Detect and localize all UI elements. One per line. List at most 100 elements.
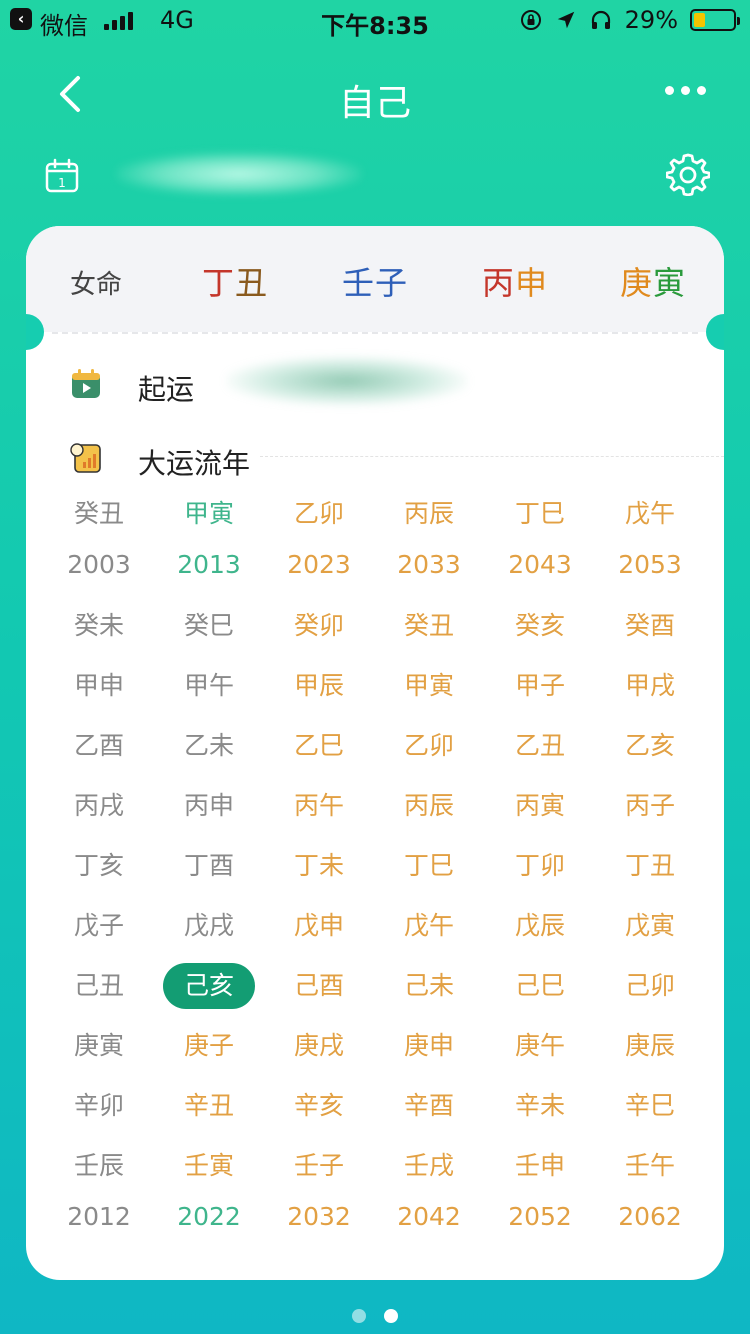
liunian-year-cell[interactable]: 癸卯 xyxy=(264,602,374,650)
liunian-year-cell[interactable]: 丙戌 xyxy=(44,782,154,830)
liunian-year-cell[interactable]: 丙寅 xyxy=(485,782,595,830)
battery-icon xyxy=(690,9,740,31)
more-options-icon[interactable] xyxy=(665,86,706,95)
liunian-year-cell[interactable]: 己酉 xyxy=(264,962,374,1010)
liunian-year-cell[interactable]: 己巳 xyxy=(485,962,595,1010)
liunian-year-cell[interactable]: 辛丑 xyxy=(154,1082,264,1130)
liunian-year-cell[interactable]: 丁亥 xyxy=(44,842,154,890)
pillar-branch: 寅 xyxy=(653,264,687,302)
liunian-year-cell[interactable]: 甲戌 xyxy=(595,662,705,710)
pillar-branch: 申 xyxy=(515,264,549,302)
pillar-stem: 庚 xyxy=(620,264,654,302)
liunian-year-cell[interactable]: 壬子 xyxy=(264,1142,374,1190)
dayun-pillar[interactable]: 乙卯 xyxy=(264,490,374,538)
page-dot[interactable] xyxy=(352,1309,366,1323)
liunian-year-cell[interactable]: 乙卯 xyxy=(374,722,484,770)
liunian-year-cell[interactable]: 癸巳 xyxy=(154,602,264,650)
liunian-year-cell[interactable]: 乙丑 xyxy=(485,722,595,770)
dayun-label: 大运流年 xyxy=(138,447,251,480)
liunian-year-cell[interactable]: 乙巳 xyxy=(264,722,374,770)
liunian-year-cell[interactable]: 戊戌 xyxy=(154,902,264,950)
liunian-year-cell[interactable]: 辛酉 xyxy=(374,1082,484,1130)
liunian-year-cell[interactable]: 丁酉 xyxy=(154,842,264,890)
liunian-year-cell[interactable]: 甲午 xyxy=(154,662,264,710)
gender-label: 女命 xyxy=(70,270,123,300)
liunian-year-cell[interactable]: 乙酉 xyxy=(44,722,154,770)
dayun-pillar[interactable]: 戊午 xyxy=(595,490,705,538)
status-bar: ‹ 微信 4G 下午8:35 29% xyxy=(0,0,750,40)
liunian-year-cell[interactable]: 甲子 xyxy=(485,662,595,710)
pillar-stem: 壬 xyxy=(342,264,376,302)
nav-bar: 自己 xyxy=(0,60,750,132)
liunian-year-cell[interactable]: 庚申 xyxy=(374,1022,484,1070)
liunian-year-cell[interactable]: 己未 xyxy=(374,962,484,1010)
liunian-year-cell[interactable]: 壬戌 xyxy=(374,1142,484,1190)
liunian-year-cell[interactable]: 庚寅 xyxy=(44,1022,154,1070)
liunian-year-cell[interactable]: 戊子 xyxy=(44,902,154,950)
liunian-year-cell[interactable]: 壬午 xyxy=(595,1142,705,1190)
liunian-year-cell[interactable]: 辛巳 xyxy=(595,1082,705,1130)
dayun-pillar[interactable]: 丁巳 xyxy=(485,490,595,538)
liunian-year-cell[interactable]: 庚辰 xyxy=(595,1022,705,1070)
liunian-year-cell[interactable]: 乙亥 xyxy=(595,722,705,770)
orientation-lock-icon xyxy=(520,10,541,30)
liunian-year-cell[interactable]: 己亥 xyxy=(163,963,255,1009)
liunian-year-cell[interactable]: 庚午 xyxy=(485,1022,595,1070)
dayun-end-year: 2032 xyxy=(287,1202,351,1231)
liunian-year-cell[interactable]: 壬寅 xyxy=(154,1142,264,1190)
pillar-1: 丁丑 xyxy=(202,258,268,304)
liunian-year-cell[interactable]: 辛卯 xyxy=(44,1082,154,1130)
liunian-year-cell[interactable]: 丁未 xyxy=(264,842,374,890)
liunian-year-cell[interactable]: 戊辰 xyxy=(485,902,595,950)
liunian-year-cell[interactable]: 癸未 xyxy=(44,602,154,650)
dayun-end-year: 2042 xyxy=(397,1202,461,1231)
page-indicator xyxy=(0,1309,750,1323)
liunian-year-cell[interactable]: 丁卯 xyxy=(485,842,595,890)
liunian-year-cell[interactable]: 癸丑 xyxy=(374,602,484,650)
liunian-year-cell[interactable]: 己卯 xyxy=(595,962,705,1010)
calendar-icon[interactable]: 1 xyxy=(44,158,80,194)
liunian-year-cell[interactable]: 戊寅 xyxy=(595,902,705,950)
liunian-year-cell[interactable]: 戊午 xyxy=(374,902,484,950)
liunian-year-cell[interactable]: 丙子 xyxy=(595,782,705,830)
liunian-year-cell[interactable]: 丙申 xyxy=(154,782,264,830)
location-icon xyxy=(557,11,574,29)
liunian-year-cell[interactable]: 甲申 xyxy=(44,662,154,710)
liunian-year-cell[interactable]: 丙辰 xyxy=(374,782,484,830)
redacted-qiyun-info xyxy=(226,356,468,406)
dayun-pillar[interactable]: 丙辰 xyxy=(374,490,484,538)
dayun-end-year: 2062 xyxy=(618,1202,682,1231)
pillar-3: 丙申 xyxy=(482,258,548,304)
liunian-year-cell[interactable]: 丁丑 xyxy=(595,842,705,890)
liunian-year-cell[interactable]: 甲辰 xyxy=(264,662,374,710)
liunian-year-cell[interactable]: 辛未 xyxy=(485,1082,595,1130)
liunian-year-cell[interactable]: 辛亥 xyxy=(264,1082,374,1130)
liunian-year-cell[interactable]: 己丑 xyxy=(44,962,154,1010)
qiyun-icon xyxy=(72,369,100,398)
qiyun-label: 起运 xyxy=(138,373,195,406)
liunian-year-cell[interactable]: 乙未 xyxy=(154,722,264,770)
dayun-end-year: 2012 xyxy=(67,1202,131,1231)
liunian-year-cell[interactable]: 戊申 xyxy=(264,902,374,950)
liunian-year-cell[interactable]: 庚戌 xyxy=(264,1022,374,1070)
pillar-4: 庚寅 xyxy=(620,258,686,304)
dayun-start-year: 2013 xyxy=(177,550,241,579)
liunian-year-cell[interactable]: 癸亥 xyxy=(485,602,595,650)
liunian-year-cell[interactable]: 庚子 xyxy=(154,1022,264,1070)
liunian-year-cell[interactable]: 甲寅 xyxy=(374,662,484,710)
gear-icon[interactable] xyxy=(666,152,710,196)
page-dot[interactable] xyxy=(384,1309,398,1323)
liunian-year-cell[interactable]: 丁巳 xyxy=(374,842,484,890)
pillar-stem: 丁 xyxy=(202,264,236,302)
dayun-pillar[interactable]: 甲寅 xyxy=(154,490,264,538)
liunian-year-cell[interactable]: 壬辰 xyxy=(44,1142,154,1190)
four-pillars-header: 女命 丁丑 壬子 丙申 庚寅 xyxy=(26,226,724,332)
dayun-end-year: 2022 xyxy=(177,1202,241,1231)
svg-text:1: 1 xyxy=(58,176,66,190)
liunian-year-cell[interactable]: 癸酉 xyxy=(595,602,705,650)
page-title: 自己 xyxy=(338,83,411,124)
liunian-year-cell[interactable]: 丙午 xyxy=(264,782,374,830)
dayun-start-year: 2023 xyxy=(287,550,351,579)
dayun-pillar[interactable]: 癸丑 xyxy=(44,490,154,538)
liunian-year-cell[interactable]: 壬申 xyxy=(485,1142,595,1190)
